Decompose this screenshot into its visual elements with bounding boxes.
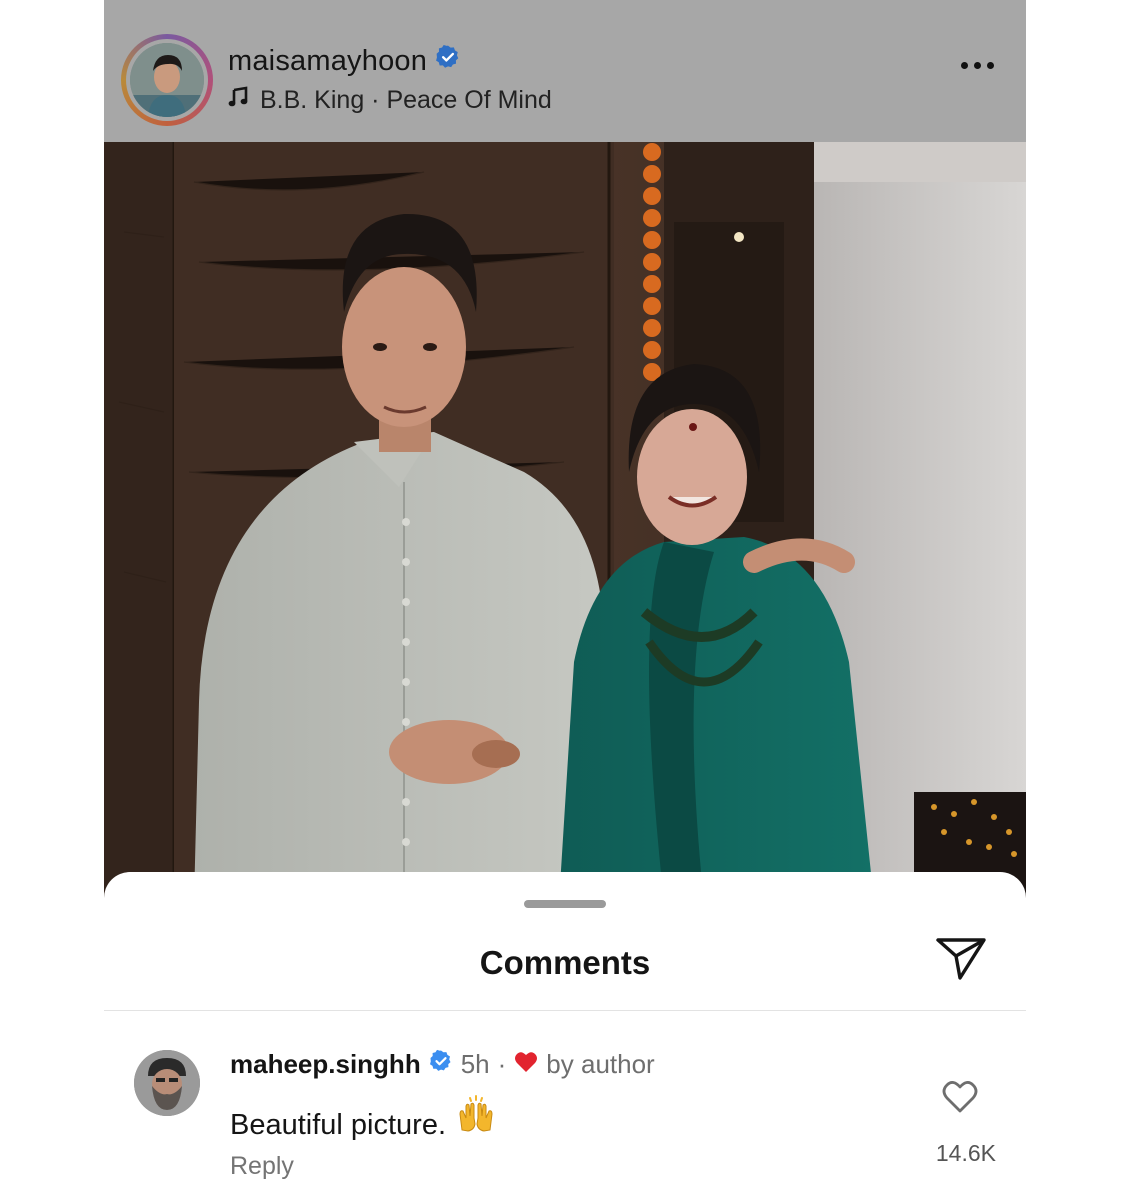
profile-avatar[interactable] — [121, 34, 213, 126]
more-horizontal-icon[interactable] — [961, 62, 994, 69]
comment-time: 5h — [460, 1049, 490, 1079]
post-username-row[interactable]: maisamayhoon — [228, 44, 461, 78]
verified-badge-icon — [435, 44, 461, 78]
heart-outline-icon[interactable] — [942, 1080, 978, 1119]
reply-link[interactable]: Reply — [230, 1152, 294, 1181]
like-count: 14.6K — [935, 1140, 996, 1166]
send-icon[interactable] — [934, 934, 988, 987]
heart-filled-icon — [514, 1049, 538, 1080]
comments-title: Comments — [479, 944, 651, 981]
sheet-grabber[interactable] — [524, 900, 606, 908]
music-track-label: B.B. King · Peace Of Mind — [260, 86, 552, 114]
music-note-icon — [228, 86, 250, 115]
liked-by-author-label: by author — [546, 1049, 655, 1079]
commenter-avatar[interactable] — [134, 1050, 200, 1116]
sheet-divider — [104, 1010, 1026, 1011]
post-username[interactable]: maisamayhoon — [228, 45, 427, 78]
raising-hands-emoji — [456, 1094, 496, 1142]
comment-text: Beautiful picture. — [230, 1109, 447, 1141]
music-row[interactable]: B.B. King · Peace Of Mind — [228, 86, 552, 115]
post-viewer: maisamayhoon B.B. King · Peace Of Mind C… — [104, 0, 1026, 1200]
commenter-username[interactable]: maheep.singhh — [230, 1049, 421, 1080]
comment-meta: maheep.singhh 5h · by author — [230, 1049, 655, 1080]
meta-separator: · — [497, 1049, 507, 1079]
avatar-image — [130, 43, 204, 117]
post-header: maisamayhoon B.B. King · Peace Of Mind — [104, 0, 1026, 142]
comment-body: Beautiful picture. — [230, 1094, 496, 1142]
verified-badge-icon — [429, 1049, 453, 1080]
post-photo[interactable] — [104, 142, 1026, 902]
comments-sheet: Comments maheep.singhh 5h · by author Be… — [104, 872, 1026, 1200]
